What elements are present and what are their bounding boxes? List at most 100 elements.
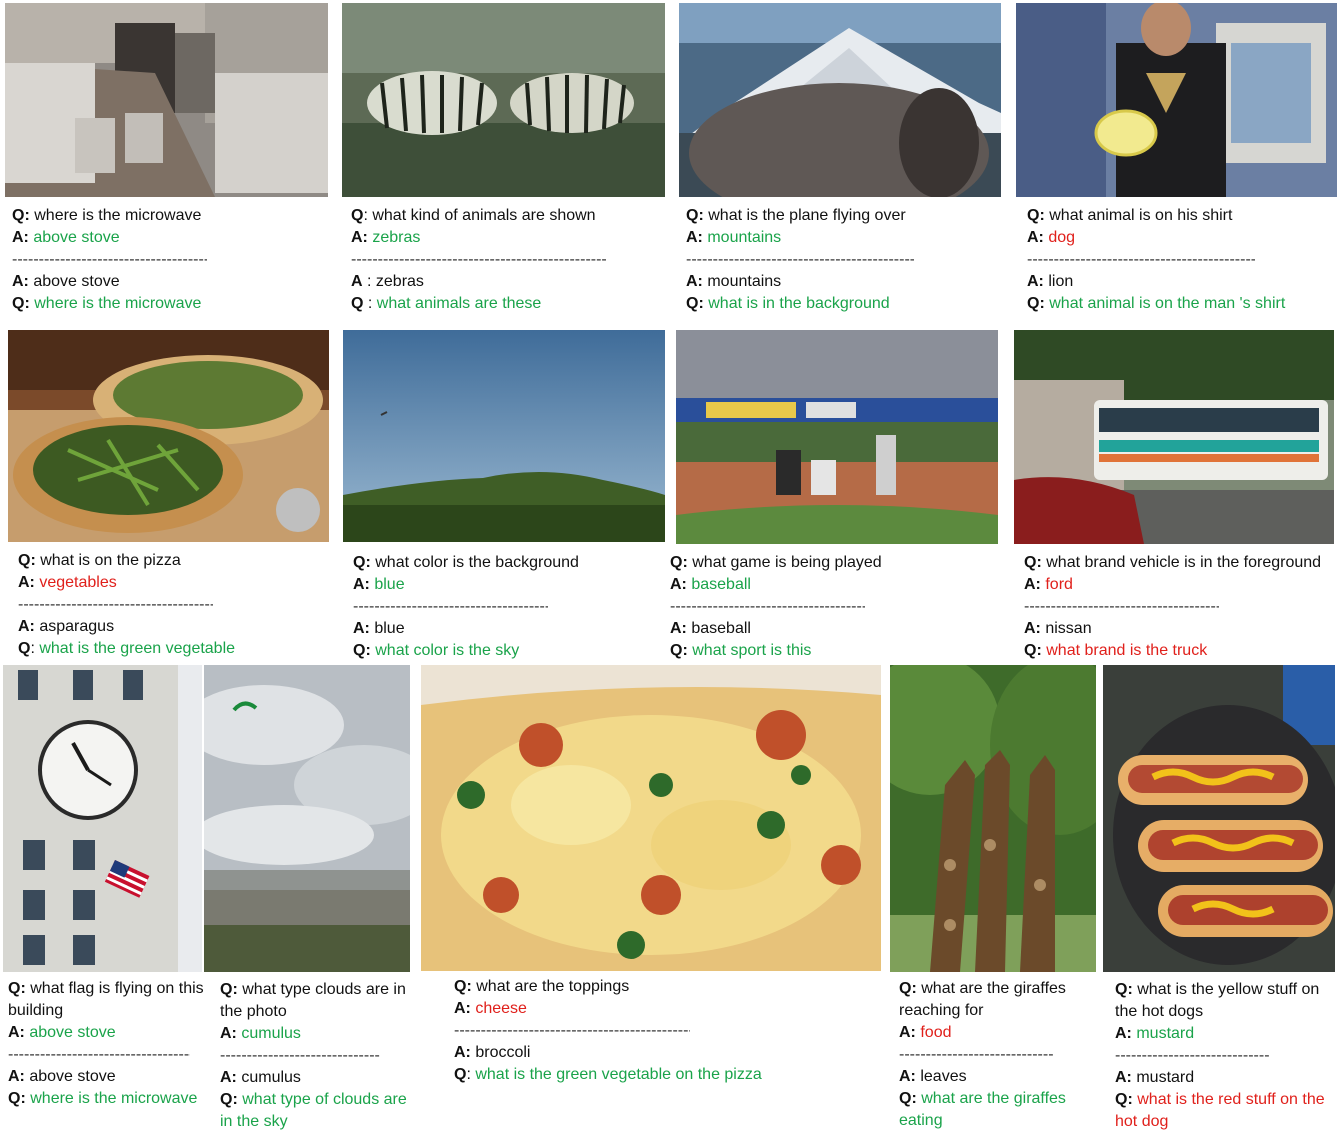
question-text: what is in the background bbox=[708, 295, 890, 312]
divider: ----------------------------------------… bbox=[351, 251, 606, 268]
answer-text: above stove bbox=[29, 1024, 116, 1041]
qa-caption: Q: what animal is on his shirt A: dog --… bbox=[1027, 205, 1342, 315]
question-text: what are the toppings bbox=[476, 978, 630, 995]
answer-text: lion bbox=[1048, 273, 1074, 290]
plane-mountain-image bbox=[679, 3, 1001, 197]
question-text: what animals are these bbox=[376, 295, 542, 312]
question-text: where is the microwave bbox=[34, 295, 202, 312]
question-text: what is on the pizza bbox=[40, 552, 181, 569]
qa-caption: Q: what is the yellow stuff on the hot d… bbox=[1115, 979, 1337, 1133]
answer-text: cumulus bbox=[241, 1025, 301, 1042]
qa-caption: Q: where is the microwave A: above stove… bbox=[12, 205, 332, 315]
question-text: what game is being played bbox=[692, 554, 882, 571]
a-label: A: bbox=[8, 1024, 25, 1041]
question-text: what is the red stuff on the hot dog bbox=[1115, 1091, 1325, 1130]
divider: ----------------------------------------… bbox=[1024, 598, 1219, 615]
a-label: A bbox=[351, 273, 363, 290]
qa-caption: Q: what is on the pizza A: vegetables --… bbox=[18, 552, 236, 657]
cheese-pizza-image bbox=[421, 665, 881, 971]
q-label: Q: bbox=[1115, 1091, 1133, 1108]
divider: ----------------------------------------… bbox=[686, 251, 914, 268]
a-label: A: bbox=[1115, 1025, 1132, 1042]
question-text: what color is the sky bbox=[375, 642, 520, 659]
divider: ----------------------------------------… bbox=[454, 1022, 690, 1039]
divider: ----------------------------------------… bbox=[12, 251, 207, 268]
asparagus-pizza-image bbox=[8, 330, 329, 542]
question-text: what flag is flying on this building bbox=[8, 980, 204, 1019]
q-label: Q: bbox=[8, 980, 26, 997]
divider: ----------------------------------------… bbox=[18, 596, 213, 613]
a-label: A: bbox=[353, 620, 370, 637]
answer-text: ford bbox=[1045, 576, 1073, 593]
zebras-image bbox=[342, 3, 665, 197]
bus-image bbox=[1014, 330, 1334, 544]
answer-text: mountains bbox=[707, 229, 782, 246]
q-label: Q: bbox=[220, 981, 238, 998]
answer-text: above stove bbox=[33, 229, 120, 246]
q-label: Q: bbox=[8, 1090, 26, 1107]
answer-text: zebras bbox=[375, 273, 424, 290]
question-text: what type of clouds are in the sky bbox=[220, 1091, 407, 1130]
answer-text: above stove bbox=[29, 1068, 116, 1085]
q-label: Q: bbox=[899, 1090, 917, 1107]
question-text: where is the microwave bbox=[34, 207, 202, 224]
question-text: what kind of animals are shown bbox=[372, 207, 596, 224]
clock-tower-image bbox=[3, 665, 202, 972]
a-label: A: bbox=[670, 576, 687, 593]
answer-text: blue bbox=[374, 576, 405, 593]
q-label: Q: bbox=[454, 978, 472, 995]
qa-caption: Q: what kind of animals are shown A: zeb… bbox=[351, 205, 671, 315]
a-label: A: bbox=[1027, 273, 1044, 290]
q-label: Q: bbox=[1024, 642, 1042, 659]
q-label: Q: bbox=[899, 980, 917, 997]
answer-text: mustard bbox=[1136, 1069, 1195, 1086]
frisbee-man-image bbox=[1016, 3, 1337, 197]
divider: ----------------------------------------… bbox=[353, 598, 548, 615]
answer-text: broccoli bbox=[475, 1044, 531, 1061]
question-text: what type clouds are in the photo bbox=[220, 981, 406, 1020]
q-label: Q: bbox=[686, 295, 704, 312]
answer-text: blue bbox=[374, 620, 405, 637]
qa-caption: Q: what type clouds are in the photo A: … bbox=[220, 979, 410, 1133]
a-label: A: bbox=[351, 229, 368, 246]
a-label: A: bbox=[899, 1068, 916, 1085]
q-label: Q: bbox=[670, 554, 688, 571]
giraffes-image bbox=[890, 665, 1096, 972]
q-label: Q: bbox=[1027, 207, 1045, 224]
q-label: Q: bbox=[1027, 295, 1045, 312]
question-text: what brand vehicle is in the foreground bbox=[1046, 554, 1322, 571]
question-text: what are the giraffes eating bbox=[899, 1090, 1066, 1129]
question-text: where is the microwave bbox=[30, 1090, 198, 1107]
a-label: A: bbox=[454, 1000, 471, 1017]
answer-text: mustard bbox=[1136, 1025, 1195, 1042]
baseball-image bbox=[676, 330, 998, 544]
answer-text: mountains bbox=[707, 273, 782, 290]
q-label: Q bbox=[454, 1066, 467, 1083]
question-text: what animal is on his shirt bbox=[1049, 207, 1233, 224]
answer-text: cumulus bbox=[241, 1069, 301, 1086]
q-label: Q bbox=[351, 207, 364, 224]
a-label: A: bbox=[18, 574, 35, 591]
question-text: what is the yellow stuff on the hot dogs bbox=[1115, 981, 1320, 1020]
q-label: Q bbox=[351, 295, 364, 312]
qa-caption: Q: what flag is flying on this building … bbox=[8, 978, 216, 1110]
divider: ----------------------------------------… bbox=[8, 1046, 190, 1063]
a-label: A: bbox=[1024, 620, 1041, 637]
answer-text: zebras bbox=[372, 229, 421, 246]
qa-caption: Q: what brand vehicle is in the foregrou… bbox=[1024, 552, 1342, 662]
a-label: A: bbox=[8, 1068, 25, 1085]
divider: ----------------------------------------… bbox=[1115, 1047, 1270, 1064]
kitchen-image bbox=[5, 3, 328, 197]
divider: ----------------------------------------… bbox=[670, 598, 865, 615]
a-label: A: bbox=[220, 1069, 237, 1086]
q-label: Q: bbox=[353, 554, 371, 571]
answer-text: leaves bbox=[920, 1068, 967, 1085]
question-text: what brand is the truck bbox=[1046, 642, 1208, 659]
answer-text: vegetables bbox=[39, 574, 117, 591]
answer-text: nissan bbox=[1045, 620, 1092, 637]
answer-text: cheese bbox=[475, 1000, 527, 1017]
q-label: Q: bbox=[353, 642, 371, 659]
a-label: A: bbox=[18, 618, 35, 635]
qa-caption: Q: what color is the background A: blue … bbox=[353, 552, 673, 662]
hot-dogs-image bbox=[1103, 665, 1335, 972]
